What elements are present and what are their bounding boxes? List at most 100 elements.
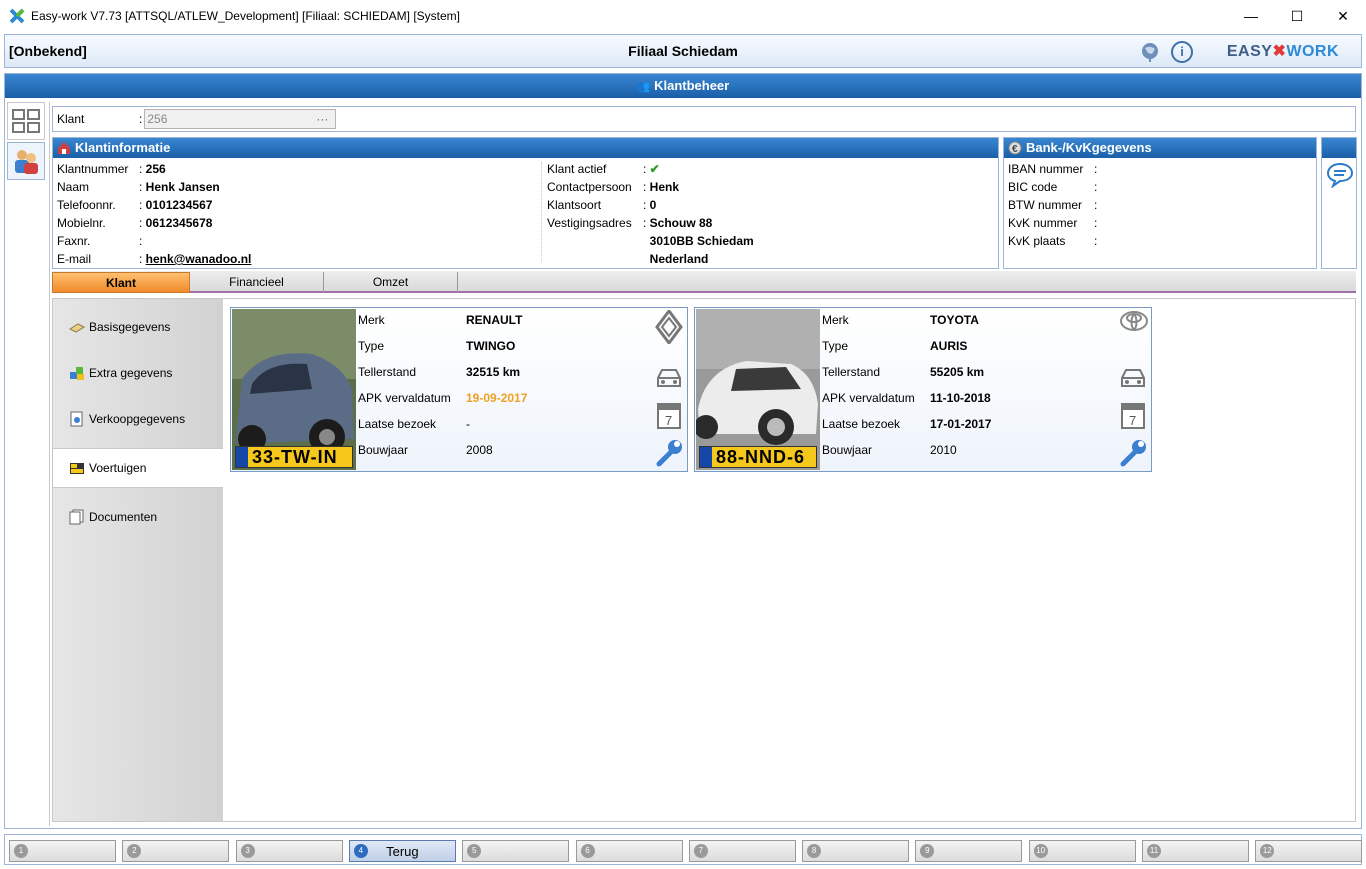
- function-key-9[interactable]: 9: [915, 840, 1023, 862]
- calendar-icon[interactable]: 7: [1119, 400, 1147, 429]
- klantbeheer-icon: 👥: [636, 81, 651, 93]
- car-icon[interactable]: [655, 366, 683, 394]
- function-key-4[interactable]: 4 Terug: [348, 840, 456, 862]
- function-key-2[interactable]: 2: [122, 840, 230, 862]
- vehicle-field-value: -: [466, 417, 470, 431]
- vehicle-card[interactable]: 33-TW-IN Merk RENAULT Type TWINGO Tellerstand…: [230, 307, 688, 472]
- verkoopgegevens-icon: [70, 411, 83, 427]
- window-title: Easy-work V7.73 [ATTSQL/ATLEW_Developmen…: [31, 9, 461, 23]
- vehicle-field-label: Bouwjaar: [822, 443, 873, 457]
- side-tab-grid[interactable]: [7, 102, 45, 140]
- vehicle-card[interactable]: 88-NND-6 Merk TOYOTA Type AURIS Tellerstand 55…: [694, 307, 1152, 472]
- klantinformatie-title: Klantinformatie: [75, 140, 171, 155]
- function-key-8[interactable]: 8: [802, 840, 910, 862]
- vehicle-field-label: Laatse bezoek: [822, 417, 901, 431]
- side-tab-customers[interactable]: [7, 142, 45, 180]
- wrench-icon[interactable]: [655, 438, 683, 467]
- nav-basisgegevens[interactable]: Basisgegevens: [53, 307, 223, 347]
- klantinfo-row: Klantsoort: 0: [547, 198, 657, 212]
- vehicle-field-label: Merk: [358, 313, 385, 327]
- vehicle-field-value: 2008: [466, 443, 493, 457]
- key-number-icon: 2: [127, 844, 142, 858]
- toyota-logo-icon: [1119, 310, 1148, 338]
- function-key-5[interactable]: 5: [462, 840, 570, 862]
- function-key-12[interactable]: 12: [1255, 840, 1363, 862]
- vehicle-photo: 33-TW-IN: [232, 309, 356, 470]
- field-label: Contactpersoon: [547, 180, 632, 194]
- close-button[interactable]: ✕: [1320, 0, 1366, 32]
- function-key-11[interactable]: 11: [1142, 840, 1249, 862]
- function-key-7[interactable]: 7: [688, 840, 796, 862]
- vehicle-field-label: Laatse bezoek: [358, 417, 437, 431]
- minimize-button[interactable]: —: [1228, 0, 1274, 32]
- speech-bubble-icon[interactable]: [1326, 162, 1354, 191]
- klantinfo-row: Naam: Henk Jansen: [57, 180, 220, 194]
- maximize-button[interactable]: ☐: [1274, 0, 1320, 32]
- user-label: [Onbekend]: [9, 43, 87, 59]
- basisgegevens-icon: [69, 323, 85, 333]
- app-logo-icon: [9, 8, 25, 24]
- klant-input[interactable]: [144, 109, 337, 129]
- nav-voertuigen[interactable]: Voertuigen: [53, 448, 223, 488]
- klantinformatie-panel: Klantinformatie Klantnummer: 256 Naam: He…: [52, 137, 999, 269]
- field-label: KvK nummer: [1008, 216, 1078, 230]
- nav-verkoopgegevens[interactable]: Verkoopgegevens: [53, 399, 223, 439]
- field-value[interactable]: henk@wanadoo.nl: [146, 252, 252, 266]
- klantinfo-row: Klant actief: ✔: [547, 162, 660, 176]
- house-icon: [57, 141, 71, 155]
- field-value: Henk Jansen: [145, 180, 220, 194]
- license-plate: 33-TW-IN: [235, 446, 353, 468]
- vehicle-field-label: APK vervaldatum: [822, 391, 915, 405]
- svg-text:7: 7: [665, 413, 672, 428]
- grid-icon: [12, 109, 40, 133]
- key-number-icon: 5: [467, 844, 482, 858]
- field-value: Henk: [649, 180, 680, 194]
- vehicle-photo: 88-NND-6: [696, 309, 820, 470]
- key-number-icon: 8: [807, 844, 822, 858]
- field-label: BTW nummer: [1008, 198, 1083, 212]
- tab-klant[interactable]: Klant: [52, 272, 190, 293]
- vehicle-field-value: 17-01-2017: [930, 417, 992, 431]
- key-number-icon: 9: [920, 844, 935, 858]
- klant-lookup-button[interactable]: ···: [316, 112, 328, 126]
- app-header: [Onbekend] Filiaal Schiedam i EASY✖WORK: [4, 34, 1362, 68]
- customers-icon: [15, 150, 38, 174]
- content-area: Klant : ··· Klantinformatie Klantnummer:…: [49, 102, 1359, 826]
- nav-extra-gegevens[interactable]: Extra gegevens: [53, 353, 223, 393]
- function-key-10[interactable]: 10: [1028, 840, 1136, 862]
- key-number-icon: 7: [693, 844, 708, 858]
- wrench-icon[interactable]: [1119, 438, 1147, 467]
- footer-bar: 1 2 3 4 Terug 5 6 7 8 9 10 11 12: [4, 834, 1363, 865]
- vehicle-field-value: 2010: [930, 443, 957, 457]
- tab-omzet[interactable]: Omzet: [324, 272, 458, 293]
- field-value: 0: [649, 198, 657, 212]
- field-label: BIC code: [1008, 180, 1058, 194]
- function-key-1[interactable]: 1: [9, 840, 116, 862]
- side-tabs: [7, 102, 45, 252]
- info-icon[interactable]: i: [1171, 41, 1193, 63]
- function-key-label: Terug: [386, 843, 419, 859]
- key-number-icon: 11: [1147, 844, 1161, 858]
- calendar-icon[interactable]: 7: [655, 400, 683, 429]
- vehicle-field-value: 32515 km: [466, 365, 521, 379]
- tab-financieel[interactable]: Financieel: [190, 272, 324, 293]
- car-icon[interactable]: [1119, 366, 1147, 394]
- bank-row: KvK nummer:: [1008, 216, 1098, 230]
- active-check-icon: ✔: [649, 162, 660, 176]
- field-label: IBAN nummer: [1008, 162, 1084, 176]
- vehicle-field-label: APK vervaldatum: [358, 391, 451, 405]
- page-title: Klantbeheer: [654, 78, 730, 93]
- function-key-3[interactable]: 3: [235, 840, 343, 862]
- klant-tabs: Klant Financieel Omzet: [52, 271, 1356, 293]
- globe-icon[interactable]: [1139, 41, 1161, 63]
- voertuigen-icon: [70, 463, 84, 474]
- function-key-6[interactable]: 6: [575, 840, 683, 862]
- klant-label: Klant: [57, 112, 85, 126]
- vehicle-field-label: Type: [822, 339, 849, 353]
- nav-documenten[interactable]: Documenten: [53, 497, 223, 537]
- field-label: KvK plaats: [1008, 234, 1066, 248]
- eu-flag-icon: [236, 447, 248, 467]
- bank-row: IBAN nummer:: [1008, 162, 1098, 176]
- key-number-icon: 6: [580, 844, 595, 858]
- notes-panel: [1321, 137, 1357, 269]
